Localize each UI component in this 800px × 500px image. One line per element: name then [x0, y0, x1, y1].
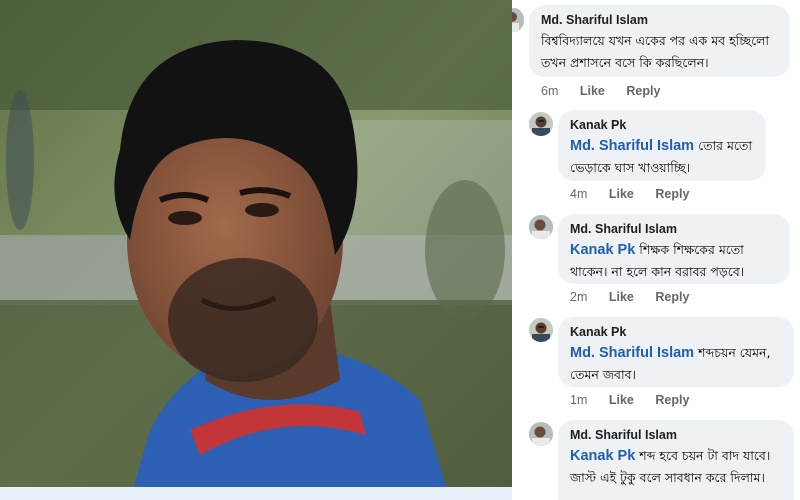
comment-author[interactable]: Md. Shariful Islam	[570, 221, 778, 237]
comment-3: Md. Shariful Islam Kanak Pk শিক্ষক শিক্ষ…	[512, 210, 800, 313]
comment-bubble: Md. Shariful Islam বিশ্ববিদ্যালয়ে যখন এ…	[529, 5, 790, 77]
reply-button[interactable]: Reply	[655, 290, 689, 304]
mention-link[interactable]: Kanak Pk	[570, 242, 635, 258]
comment-bubble: Md. Shariful Islam Kanak Pk শিক্ষক শিক্ষ…	[558, 214, 790, 284]
reply-button[interactable]: Reply	[655, 393, 689, 407]
commenter-avatar[interactable]	[529, 215, 553, 239]
like-button[interactable]: Like	[609, 187, 634, 201]
comment-author[interactable]: Kanak Pk	[570, 117, 754, 133]
mention-link[interactable]: Md. Shariful Islam	[570, 345, 694, 361]
comment-actions: 2m Like Reply	[570, 290, 707, 304]
commenter-avatar[interactable]	[529, 422, 553, 446]
comment-text: Kanak Pk শব্দ হবে চয়ন টা বাদ যাবে। জাস্…	[570, 445, 782, 489]
comment-timestamp[interactable]: 6m	[541, 84, 558, 98]
comment-2: Kanak Pk Md. Shariful Islam তোর মতো ভেড়…	[512, 105, 800, 210]
comment-4: Kanak Pk Md. Shariful Islam শব্দচয়ন যেম…	[512, 313, 800, 417]
mention-link[interactable]: Kanak Pk	[570, 448, 635, 464]
profile-photo	[0, 0, 512, 500]
like-button[interactable]: Like	[609, 393, 634, 407]
comment-timestamp[interactable]: 2m	[570, 290, 587, 304]
comment-timestamp[interactable]: 1m	[570, 393, 587, 407]
comment-thread: Md. Shariful Islam বিশ্ববিদ্যালয়ে যখন এ…	[512, 0, 800, 500]
comment-bubble: Kanak Pk Md. Shariful Islam শব্দচয়ন যেম…	[558, 317, 794, 387]
like-button[interactable]: Like	[580, 84, 605, 98]
comment-author[interactable]: Md. Shariful Islam	[541, 12, 778, 28]
comment-bubble: Kanak Pk Md. Shariful Islam তোর মতো ভেড়…	[558, 110, 766, 181]
photo-bottom-strip	[0, 487, 512, 500]
commenter-avatar[interactable]	[529, 112, 553, 136]
comment-body: বিশ্ববিদ্যালয়ে যখন একের পর এক মব হচ্ছিল…	[541, 33, 770, 70]
comment-actions: 6m Like Reply	[541, 84, 678, 98]
comment-timestamp[interactable]: 4m	[570, 187, 587, 201]
like-button[interactable]: Like	[609, 290, 634, 304]
commenter-avatar[interactable]	[529, 318, 553, 342]
comment-bubble: Md. Shariful Islam Kanak Pk শব্দ হবে চয়…	[558, 420, 794, 500]
comment-text: Md. Shariful Islam তোর মতো ভেড়াকে ঘাস খ…	[570, 135, 754, 179]
comment-author[interactable]: Kanak Pk	[570, 324, 782, 340]
commenter-avatar[interactable]	[512, 8, 524, 32]
comment-5: Md. Shariful Islam Kanak Pk শব্দ হবে চয়…	[512, 417, 800, 500]
mention-link[interactable]: Md. Shariful Islam	[570, 138, 694, 154]
comment-author[interactable]: Md. Shariful Islam	[570, 427, 782, 443]
reply-button[interactable]: Reply	[655, 187, 689, 201]
comment-actions: 4m Like Reply	[570, 187, 707, 201]
comment-text: বিশ্ববিদ্যালয়ে যখন একের পর এক মব হচ্ছিল…	[541, 30, 778, 74]
comment-text: Kanak Pk শিক্ষক শিক্ষকের মতো থাকেন। না হ…	[570, 239, 778, 283]
comment-actions: 1m Like Reply	[570, 393, 707, 407]
reply-button[interactable]: Reply	[626, 84, 660, 98]
comment-1: Md. Shariful Islam বিশ্ববিদ্যালয়ে যখন এ…	[512, 0, 800, 105]
portrait-image	[0, 0, 512, 500]
comment-text: Md. Shariful Islam শব্দচয়ন যেমন, তেমন জ…	[570, 342, 782, 386]
